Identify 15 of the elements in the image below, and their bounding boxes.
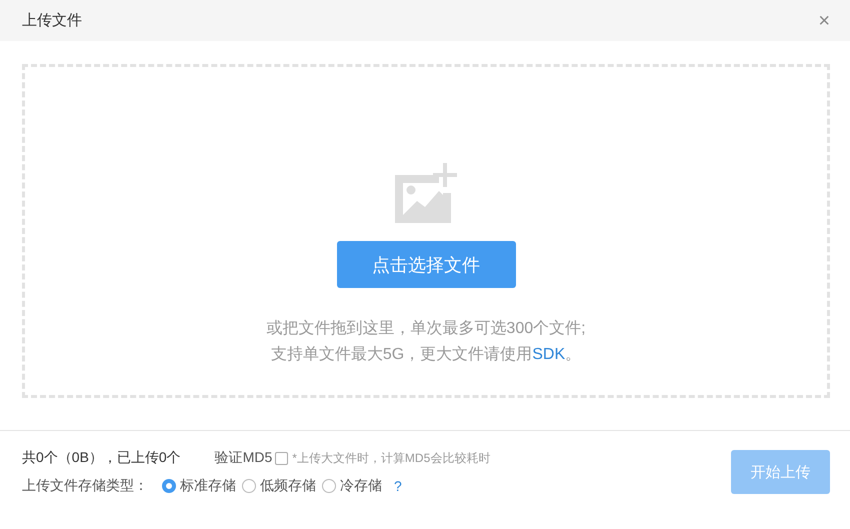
md5-label: 验证MD5 bbox=[214, 449, 272, 467]
storage-option[interactable]: 低频存储 bbox=[242, 477, 316, 495]
md5-note: *上传大文件时，计算MD5会比较耗时 bbox=[292, 450, 490, 466]
md5-checkbox[interactable] bbox=[275, 452, 288, 464]
hint-text: 或把文件拖到这里，单次最多可选300个文件; bbox=[266, 318, 586, 339]
hint-text: 支持单文件最大5G，更大文件请使用SDK。 bbox=[270, 344, 582, 365]
upload-summary: 共0个（0B），已上传0个 bbox=[22, 449, 181, 467]
storage-option[interactable]: 标准存储 bbox=[162, 477, 236, 495]
sdk-link[interactable]: SDK bbox=[532, 346, 566, 363]
select-file-button[interactable]: 点击选择文件 bbox=[336, 241, 516, 288]
window-title: 上传文件 bbox=[22, 11, 82, 30]
help-link[interactable]: ? bbox=[394, 478, 402, 494]
close-button[interactable]: × bbox=[814, 10, 834, 30]
storage-type-label: 上传文件存储类型： bbox=[22, 477, 148, 495]
storage-option[interactable]: 冷存储 bbox=[322, 477, 382, 495]
